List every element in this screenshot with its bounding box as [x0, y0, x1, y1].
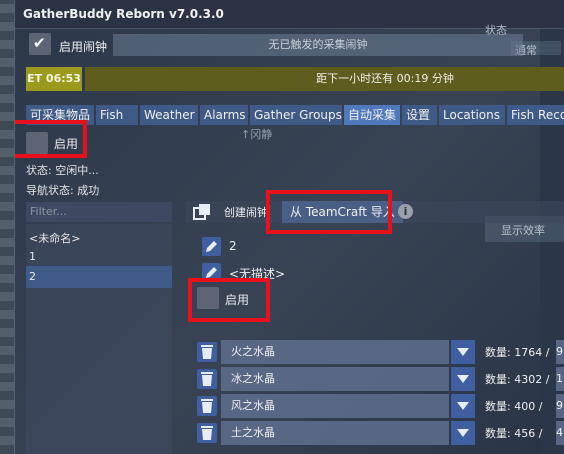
list-item: 风之水晶 数量: 400 / 9: [195, 394, 564, 418]
gatherbuddy-window: GatherBuddy Reborn v7.0.3.0 状态 通常 显示效率 ↑…: [14, 0, 564, 454]
tab-alarms[interactable]: Alarms: [200, 105, 248, 125]
item-quantity: 数量: 4302 /: [485, 373, 550, 386]
alarm-status-bar: 无已触发的采集闹钟: [113, 34, 523, 56]
enable-alarm-label: 启用闹钟: [59, 40, 108, 54]
item-quantity-target[interactable]: 9: [556, 394, 564, 418]
next-hour-bar: 距下一小时还有 00:19 分钟: [85, 67, 564, 91]
auto-gather-status: 状态: 空闲中...: [26, 164, 99, 177]
copy-icon[interactable]: [192, 203, 212, 221]
chevron-down-icon[interactable]: [451, 421, 475, 445]
tab-bar: 可采集物品 Fish Weather Alarms Gather Groups …: [26, 105, 564, 125]
tab-gatherables[interactable]: 可采集物品: [26, 105, 94, 125]
group-name-value: 2: [229, 239, 237, 253]
info-icon[interactable]: i: [398, 204, 413, 219]
tab-gather-groups[interactable]: Gather Groups: [250, 105, 342, 125]
import-teamcraft-button[interactable]: 从 TeamCraft 导入: [282, 201, 403, 223]
item-name-field[interactable]: 火之水晶: [221, 340, 449, 364]
list-item[interactable]: 1: [29, 250, 36, 263]
tab-fish[interactable]: Fish: [96, 105, 138, 125]
item-quantity-target[interactable]: 9: [556, 340, 564, 364]
auto-gather-enable-checkbox[interactable]: [26, 132, 48, 154]
group-description-value: <无描述>: [229, 267, 286, 281]
background-game-scene-left: [0, 0, 14, 454]
trash-icon[interactable]: [197, 342, 217, 362]
group-enable-checkbox[interactable]: [197, 287, 219, 309]
tab-fish-records[interactable]: Fish Records: [507, 105, 564, 125]
trash-icon[interactable]: [197, 423, 217, 443]
item-quantity: 数量: 456 /: [485, 427, 543, 440]
eorzea-time-badge: ET 06:53: [26, 67, 82, 91]
edit-name-icon[interactable]: [202, 237, 221, 256]
item-name-field[interactable]: 冰之水晶: [221, 367, 449, 391]
alarm-toggle-row: 启用闹钟 无已触发的采集闹钟: [29, 33, 549, 59]
navigation-status: 导航状态: 成功: [26, 184, 100, 197]
edit-description-icon[interactable]: [202, 263, 221, 282]
window-title[interactable]: GatherBuddy Reborn v7.0.3.0: [15, 0, 564, 29]
list-filter-input[interactable]: Filter...: [26, 202, 172, 222]
list-item[interactable]: <未命名>: [29, 230, 80, 246]
chevron-down-icon[interactable]: [451, 367, 475, 391]
list-item-selected[interactable]: 2: [26, 266, 172, 288]
chevron-down-icon[interactable]: [451, 394, 475, 418]
list-item: 火之水晶 数量: 1764 / 9: [195, 340, 564, 364]
item-quantity: 数量: 400 /: [485, 400, 543, 413]
tab-auto-gather[interactable]: 自动采集: [344, 105, 400, 125]
item-name-field[interactable]: 土之水晶: [221, 421, 449, 445]
background-efficiency-label: 显示效率: [501, 224, 545, 237]
item-quantity-target[interactable]: 1: [556, 367, 564, 391]
detail-toolbar: 创建闹钟 从 TeamCraft 导入 i: [186, 201, 564, 223]
tab-weather[interactable]: Weather: [140, 105, 198, 125]
trash-icon[interactable]: [197, 369, 217, 389]
list-item: 冰之水晶 数量: 4302 / 1: [195, 367, 564, 391]
item-quantity: 数量: 1764 /: [485, 346, 550, 359]
item-name-field[interactable]: 风之水晶: [221, 394, 449, 418]
next-hour-text: 距下一小时还有 00:19 分钟: [316, 72, 454, 85]
tab-settings[interactable]: 设置: [402, 105, 437, 125]
auto-gather-enable-label: 启用: [54, 137, 79, 151]
gather-list: <未命名> 1 2: [26, 224, 172, 454]
item-quantity-target[interactable]: 4: [556, 421, 564, 445]
list-item: 土之水晶 数量: 456 / 4: [195, 421, 564, 445]
trash-icon[interactable]: [197, 396, 217, 416]
enable-alarm-checkbox[interactable]: [29, 33, 51, 55]
create-alarm-button[interactable]: 创建闹钟: [224, 204, 268, 220]
tab-locations[interactable]: Locations: [439, 105, 505, 125]
background-behind-text: ↑冈静: [241, 128, 273, 141]
chevron-down-icon[interactable]: [451, 340, 475, 364]
group-enable-label: 启用: [225, 293, 250, 307]
